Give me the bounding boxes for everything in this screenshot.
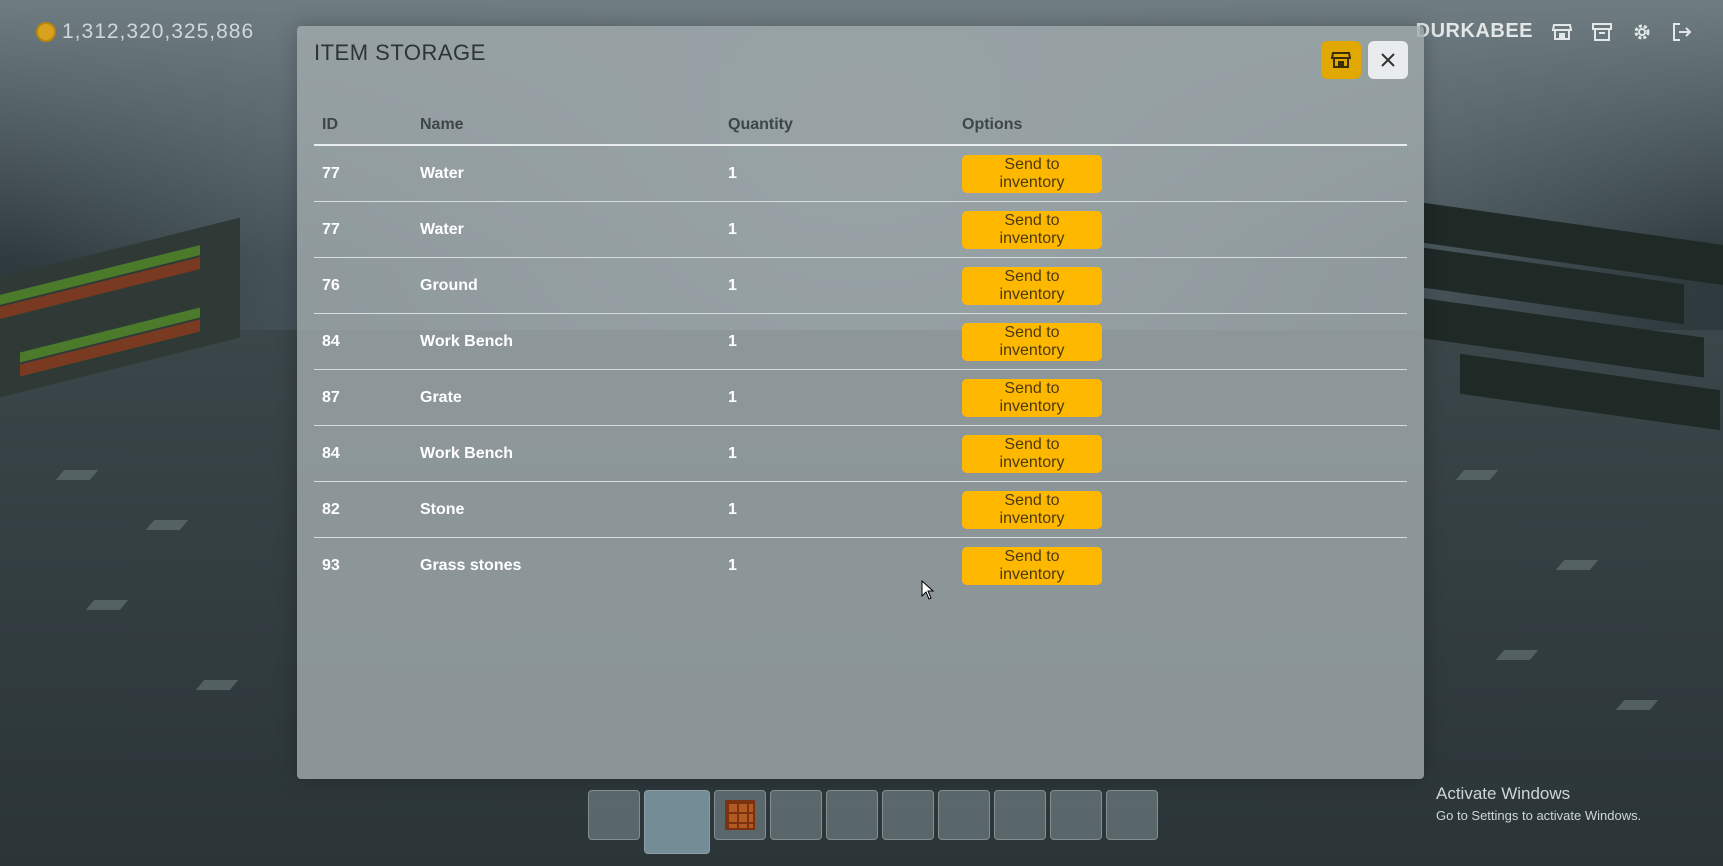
coin-icon <box>36 22 56 42</box>
cell-id: 84 <box>314 425 412 482</box>
cell-quantity: 1 <box>728 556 737 574</box>
archive-icon[interactable] <box>1591 21 1613 43</box>
send-to-inventory-button[interactable]: Send to inventory <box>962 266 1102 305</box>
cell-name: Work Bench <box>412 313 720 370</box>
send-to-inventory-button[interactable]: Send to inventory <box>962 490 1102 529</box>
cell-id: 77 <box>314 201 412 258</box>
hotbar-slot-1[interactable] <box>588 790 640 840</box>
cell-id: 77 <box>314 145 412 202</box>
table-row: 93 Grass stones 1 Send to inventory <box>314 538 1407 594</box>
gear-icon[interactable] <box>1631 21 1653 43</box>
hotbar-slot-8[interactable] <box>994 790 1046 840</box>
mouse-cursor-icon <box>921 580 935 600</box>
username: DURKABEE <box>1415 20 1533 42</box>
cell-quantity: 1 <box>720 257 954 314</box>
table-row: 84 Work Bench 1 Send to inventory <box>314 313 1407 370</box>
hotbar-slot-6[interactable] <box>882 790 934 840</box>
send-to-inventory-button[interactable]: Send to inventory <box>962 322 1102 361</box>
cell-name: Ground <box>412 257 720 314</box>
hotbar-slot-2[interactable] <box>644 790 710 854</box>
cell-name: Water <box>412 145 720 202</box>
cell-name: Grate <box>412 369 720 426</box>
hotbar <box>588 790 1158 854</box>
hotbar-slot-7[interactable] <box>938 790 990 840</box>
store-icon[interactable] <box>1551 21 1573 43</box>
cell-options: Send to inventory <box>954 145 1407 202</box>
hotbar-slot-5[interactable] <box>826 790 878 840</box>
cell-options: Send to inventory <box>954 369 1407 426</box>
cell-id: 93 <box>322 556 340 574</box>
cell-options: Send to inventory <box>954 257 1407 314</box>
crafting-table-icon <box>725 800 755 830</box>
coin-amount: 1,312,320,325,886 <box>62 20 255 43</box>
store-icon <box>1331 52 1351 68</box>
cell-options: Send to inventory <box>954 538 1407 594</box>
cell-id: 84 <box>314 313 412 370</box>
cell-name: Work Bench <box>412 425 720 482</box>
send-to-inventory-button[interactable]: Send to inventory <box>962 546 1102 585</box>
cell-id: 87 <box>314 369 412 426</box>
watermark-title: Activate Windows <box>1436 784 1571 803</box>
cell-options: Send to inventory <box>954 481 1407 538</box>
table-header-row: ID Name Quantity Options <box>314 108 1407 146</box>
hotbar-slot-10[interactable] <box>1106 790 1158 840</box>
cell-id: 76 <box>314 257 412 314</box>
hotbar-slot-9[interactable] <box>1050 790 1102 840</box>
send-to-inventory-button[interactable]: Send to inventory <box>962 154 1102 193</box>
cell-options: Send to inventory <box>954 425 1407 482</box>
table-row: 77 Water 1 Send to inventory <box>314 201 1407 258</box>
send-to-inventory-button[interactable]: Send to inventory <box>962 378 1102 417</box>
hotbar-slot-4[interactable] <box>770 790 822 840</box>
cell-quantity: 1 <box>720 481 954 538</box>
cell-quantity: 1 <box>720 313 954 370</box>
close-icon <box>1381 53 1395 67</box>
table-row: 82 Stone 1 Send to inventory <box>314 481 1407 538</box>
close-button[interactable] <box>1368 41 1408 79</box>
cell-options: Send to inventory <box>954 313 1407 370</box>
item-storage-modal: ITEM STORAGE ID Name Quantity Options 77… <box>297 26 1424 779</box>
table-row: 76 Ground 1 Send to inventory <box>314 257 1407 314</box>
table-row: 84 Work Bench 1 Send to inventory <box>314 425 1407 482</box>
cell-quantity: 1 <box>720 145 954 202</box>
cell-name: Grass stones <box>420 556 522 574</box>
store-button[interactable] <box>1321 41 1361 79</box>
cell-name: Stone <box>412 481 720 538</box>
cell-options: Send to inventory <box>954 201 1407 258</box>
hud-right: DURKABEE <box>1416 20 1693 43</box>
cell-quantity: 1 <box>720 425 954 482</box>
table-row: 77 Water 1 Send to inventory <box>314 145 1407 202</box>
header-id: ID <box>314 108 412 146</box>
cell-name: Water <box>412 201 720 258</box>
hotbar-slot-3[interactable] <box>714 790 766 840</box>
table-row: 87 Grate 1 Send to inventory <box>314 369 1407 426</box>
watermark-subtitle: Go to Settings to activate Windows. <box>1436 808 1642 823</box>
send-to-inventory-button[interactable]: Send to inventory <box>962 434 1102 473</box>
cell-quantity: 1 <box>720 369 954 426</box>
send-to-inventory-button[interactable]: Send to inventory <box>962 210 1102 249</box>
header-options: Options <box>954 108 1407 146</box>
coin-balance: 1,312,320,325,886 <box>36 20 254 44</box>
storage-table: ID Name Quantity Options 77 Water 1 Send… <box>314 108 1407 593</box>
cell-quantity: 1 <box>720 201 954 258</box>
logout-icon[interactable] <box>1671 21 1693 43</box>
header-quantity: Quantity <box>720 108 954 146</box>
header-name: Name <box>412 108 720 146</box>
activate-windows-watermark: Activate Windows Go to Settings to activ… <box>1436 784 1641 823</box>
modal-title: ITEM STORAGE <box>314 40 486 65</box>
cell-id: 82 <box>314 481 412 538</box>
